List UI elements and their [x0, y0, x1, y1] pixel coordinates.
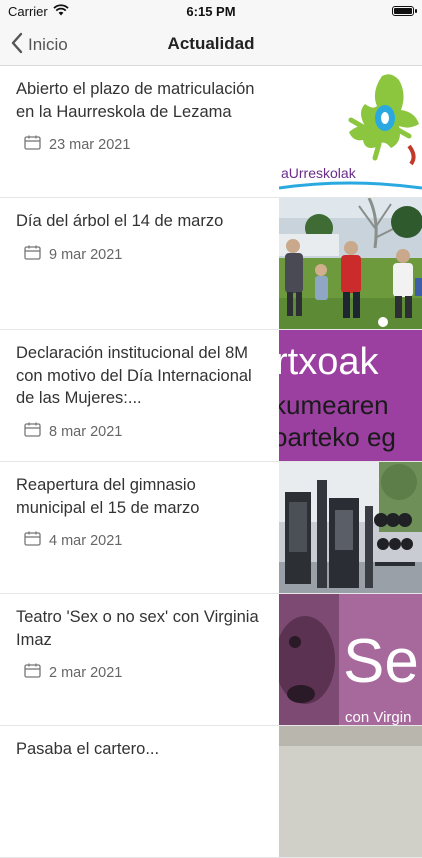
calendar-icon [24, 245, 41, 265]
news-date: 2 mar 2021 [49, 665, 123, 681]
tree-day-photo [279, 198, 422, 329]
eight-march-poster-image: rtxoak kumearen oarteko eg [279, 330, 422, 461]
news-title: Teatro 'Sex o no sex' con Virginia Imaz [16, 608, 259, 649]
news-title: Pasaba el cartero... [16, 740, 160, 758]
news-item-text: Pasaba el cartero... [16, 738, 270, 846]
haurreskola-logo-image: aUrreskolak [279, 66, 422, 197]
news-item-text: Declaración institucional del 8M con mot… [16, 342, 270, 450]
news-item[interactable]: Día del árbol el 14 de marzo 9 mar 2021 [0, 198, 422, 330]
news-title: Día del árbol el 14 de marzo [16, 212, 224, 230]
news-item[interactable]: Teatro 'Sex o no sex' con Virginia Imaz … [0, 594, 422, 726]
poster-subtitle: con Virgin [345, 709, 411, 725]
status-bar: Carrier 6:15 PM [0, 0, 422, 24]
logo-wordmark: aUrreskolak [281, 165, 357, 181]
news-title: Declaración institucional del 8M con mot… [16, 344, 252, 407]
news-list: Abierto el plazo de matriculación en la … [0, 66, 422, 858]
news-item-text: Reapertura del gimnasio municipal el 15 … [16, 474, 270, 582]
news-item[interactable]: Reapertura del gimnasio municipal el 15 … [0, 462, 422, 594]
gym-photo [279, 462, 422, 593]
news-photo [279, 726, 422, 857]
battery-level-fill [394, 8, 412, 14]
news-thumbnail: aUrreskolak [279, 66, 422, 197]
theatre-poster-image: Se con Virgin [279, 594, 422, 725]
news-thumbnail: rtxoak kumearen oarteko eg [279, 330, 422, 461]
navigation-bar: Inicio Actualidad [0, 24, 422, 66]
calendar-icon [24, 531, 41, 551]
news-item-text: Abierto el plazo de matriculación en la … [16, 78, 270, 186]
news-date-row: 8 mar 2021 [16, 422, 270, 442]
clock-time: 6:15 PM [186, 4, 236, 19]
news-date: 8 mar 2021 [49, 423, 123, 440]
news-date-row: 23 mar 2021 [16, 135, 270, 155]
calendar-icon [24, 135, 41, 155]
page-title: Actualidad [167, 34, 255, 53]
calendar-icon [24, 663, 41, 683]
news-date: 9 mar 2021 [49, 246, 123, 263]
battery-icon [392, 6, 417, 16]
news-date: 4 mar 2021 [49, 533, 123, 549]
news-date-row: 4 mar 2021 [16, 531, 270, 551]
news-item-text: Teatro 'Sex o no sex' con Virginia Imaz … [16, 606, 270, 714]
news-date-row: 9 mar 2021 [16, 245, 270, 265]
news-date-row: 2 mar 2021 [16, 663, 270, 683]
news-item-text: Día del árbol el 14 de marzo 9 mar 2021 [16, 210, 270, 318]
poster-line: rtxoak [279, 341, 379, 383]
news-thumbnail [279, 462, 422, 593]
poster-title: Se [343, 627, 419, 696]
news-title: Reapertura del gimnasio municipal el 15 … [16, 476, 200, 517]
news-date: 23 mar 2021 [49, 137, 131, 153]
news-item[interactable]: Pasaba el cartero... [0, 726, 422, 858]
news-thumbnail [279, 198, 422, 329]
news-thumbnail [279, 726, 422, 857]
news-thumbnail: Se con Virgin [279, 594, 422, 725]
calendar-icon [24, 422, 41, 442]
poster-line: oarteko eg [279, 422, 396, 452]
news-item[interactable]: Declaración institucional del 8M con mot… [0, 330, 422, 462]
news-item[interactable]: Abierto el plazo de matriculación en la … [0, 66, 422, 198]
poster-line: kumearen [279, 390, 389, 420]
news-title: Abierto el plazo de matriculación en la … [16, 80, 255, 121]
